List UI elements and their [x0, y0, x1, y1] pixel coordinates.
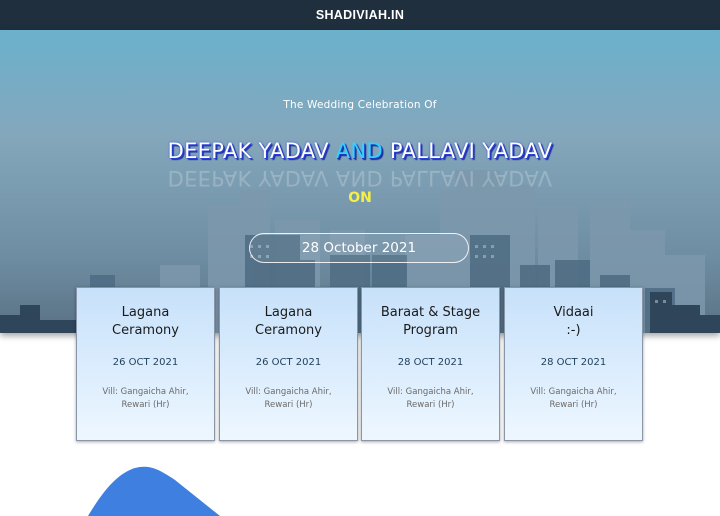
event-venue-line1: Vill: Gangaicha Ahir, [387, 387, 474, 397]
couple-names: DEEPAK YADAV AND PALLAVI YADAV [0, 139, 720, 163]
event-venue-line1: Vill: Gangaicha Ahir, [245, 387, 332, 397]
event-venue: Vill: Gangaicha Ahir, Rewari (Hr) [362, 386, 499, 412]
event-venue: Vill: Gangaicha Ahir, Rewari (Hr) [220, 386, 357, 412]
event-title-line2: Ceramony [255, 323, 322, 338]
event-venue-line1: Vill: Gangaicha Ahir, [530, 387, 617, 397]
wedding-date-pill: 28 October 2021 [249, 233, 469, 263]
event-venue-line2: Rewari (Hr) [406, 400, 455, 410]
event-date: 26 OCT 2021 [112, 357, 179, 368]
event-venue-line2: Rewari (Hr) [264, 400, 313, 410]
event-card-baraat[interactable]: Baraat & Stage Program 28 OCT 2021 Vill:… [361, 287, 500, 441]
event-venue: Vill: Gangaicha Ahir, Rewari (Hr) [505, 386, 642, 412]
site-brand-link[interactable]: SHADIVIAH.IN [316, 8, 404, 22]
event-venue-line2: Rewari (Hr) [121, 400, 170, 410]
event-title-line2: Program [403, 323, 458, 338]
groom-name: DEEPAK YADAV [167, 139, 329, 163]
event-card-vidaai[interactable]: Vidaai :-) 28 OCT 2021 Vill: Gangaicha A… [504, 287, 643, 441]
event-venue-line1: Vill: Gangaicha Ahir, [102, 387, 189, 397]
event-title-line2: :-) [566, 323, 581, 338]
couple-names-reflection: DEEPAK YADAV AND PALLAVI YADAV [167, 166, 553, 190]
event-date: 26 OCT 2021 [255, 357, 322, 368]
event-date: 28 OCT 2021 [397, 357, 464, 368]
event-title: Baraat & Stage Program [362, 304, 499, 340]
event-title-line1: Baraat & Stage [380, 305, 481, 320]
names-and: AND [335, 139, 383, 163]
top-navbar: SHADIVIAH.IN [0, 0, 720, 30]
event-cards: Lagana Ceramony 26 OCT 2021 Vill: Gangai… [76, 287, 644, 441]
event-title-line1: Lagana [121, 305, 170, 320]
event-title-line2: Ceramony [112, 323, 179, 338]
decorative-blue-shape [88, 466, 220, 516]
event-title: Lagana Ceramony [77, 304, 214, 340]
event-venue: Vill: Gangaicha Ahir, Rewari (Hr) [77, 386, 214, 412]
event-venue-line2: Rewari (Hr) [549, 400, 598, 410]
on-label: ON [348, 190, 372, 206]
bride-name: PALLAVI YADAV [389, 139, 553, 163]
event-card-lagana-2[interactable]: Lagana Ceramony 26 OCT 2021 Vill: Gangai… [219, 287, 358, 441]
event-title-line1: Vidaai [553, 305, 594, 320]
event-title-line1: Lagana [264, 305, 313, 320]
event-card-lagana-1[interactable]: Lagana Ceramony 26 OCT 2021 Vill: Gangai… [76, 287, 215, 441]
event-title: Vidaai :-) [505, 304, 642, 340]
hero-subtitle: The Wedding Celebration Of [283, 99, 437, 111]
event-title: Lagana Ceramony [220, 304, 357, 340]
event-date: 28 OCT 2021 [540, 357, 607, 368]
